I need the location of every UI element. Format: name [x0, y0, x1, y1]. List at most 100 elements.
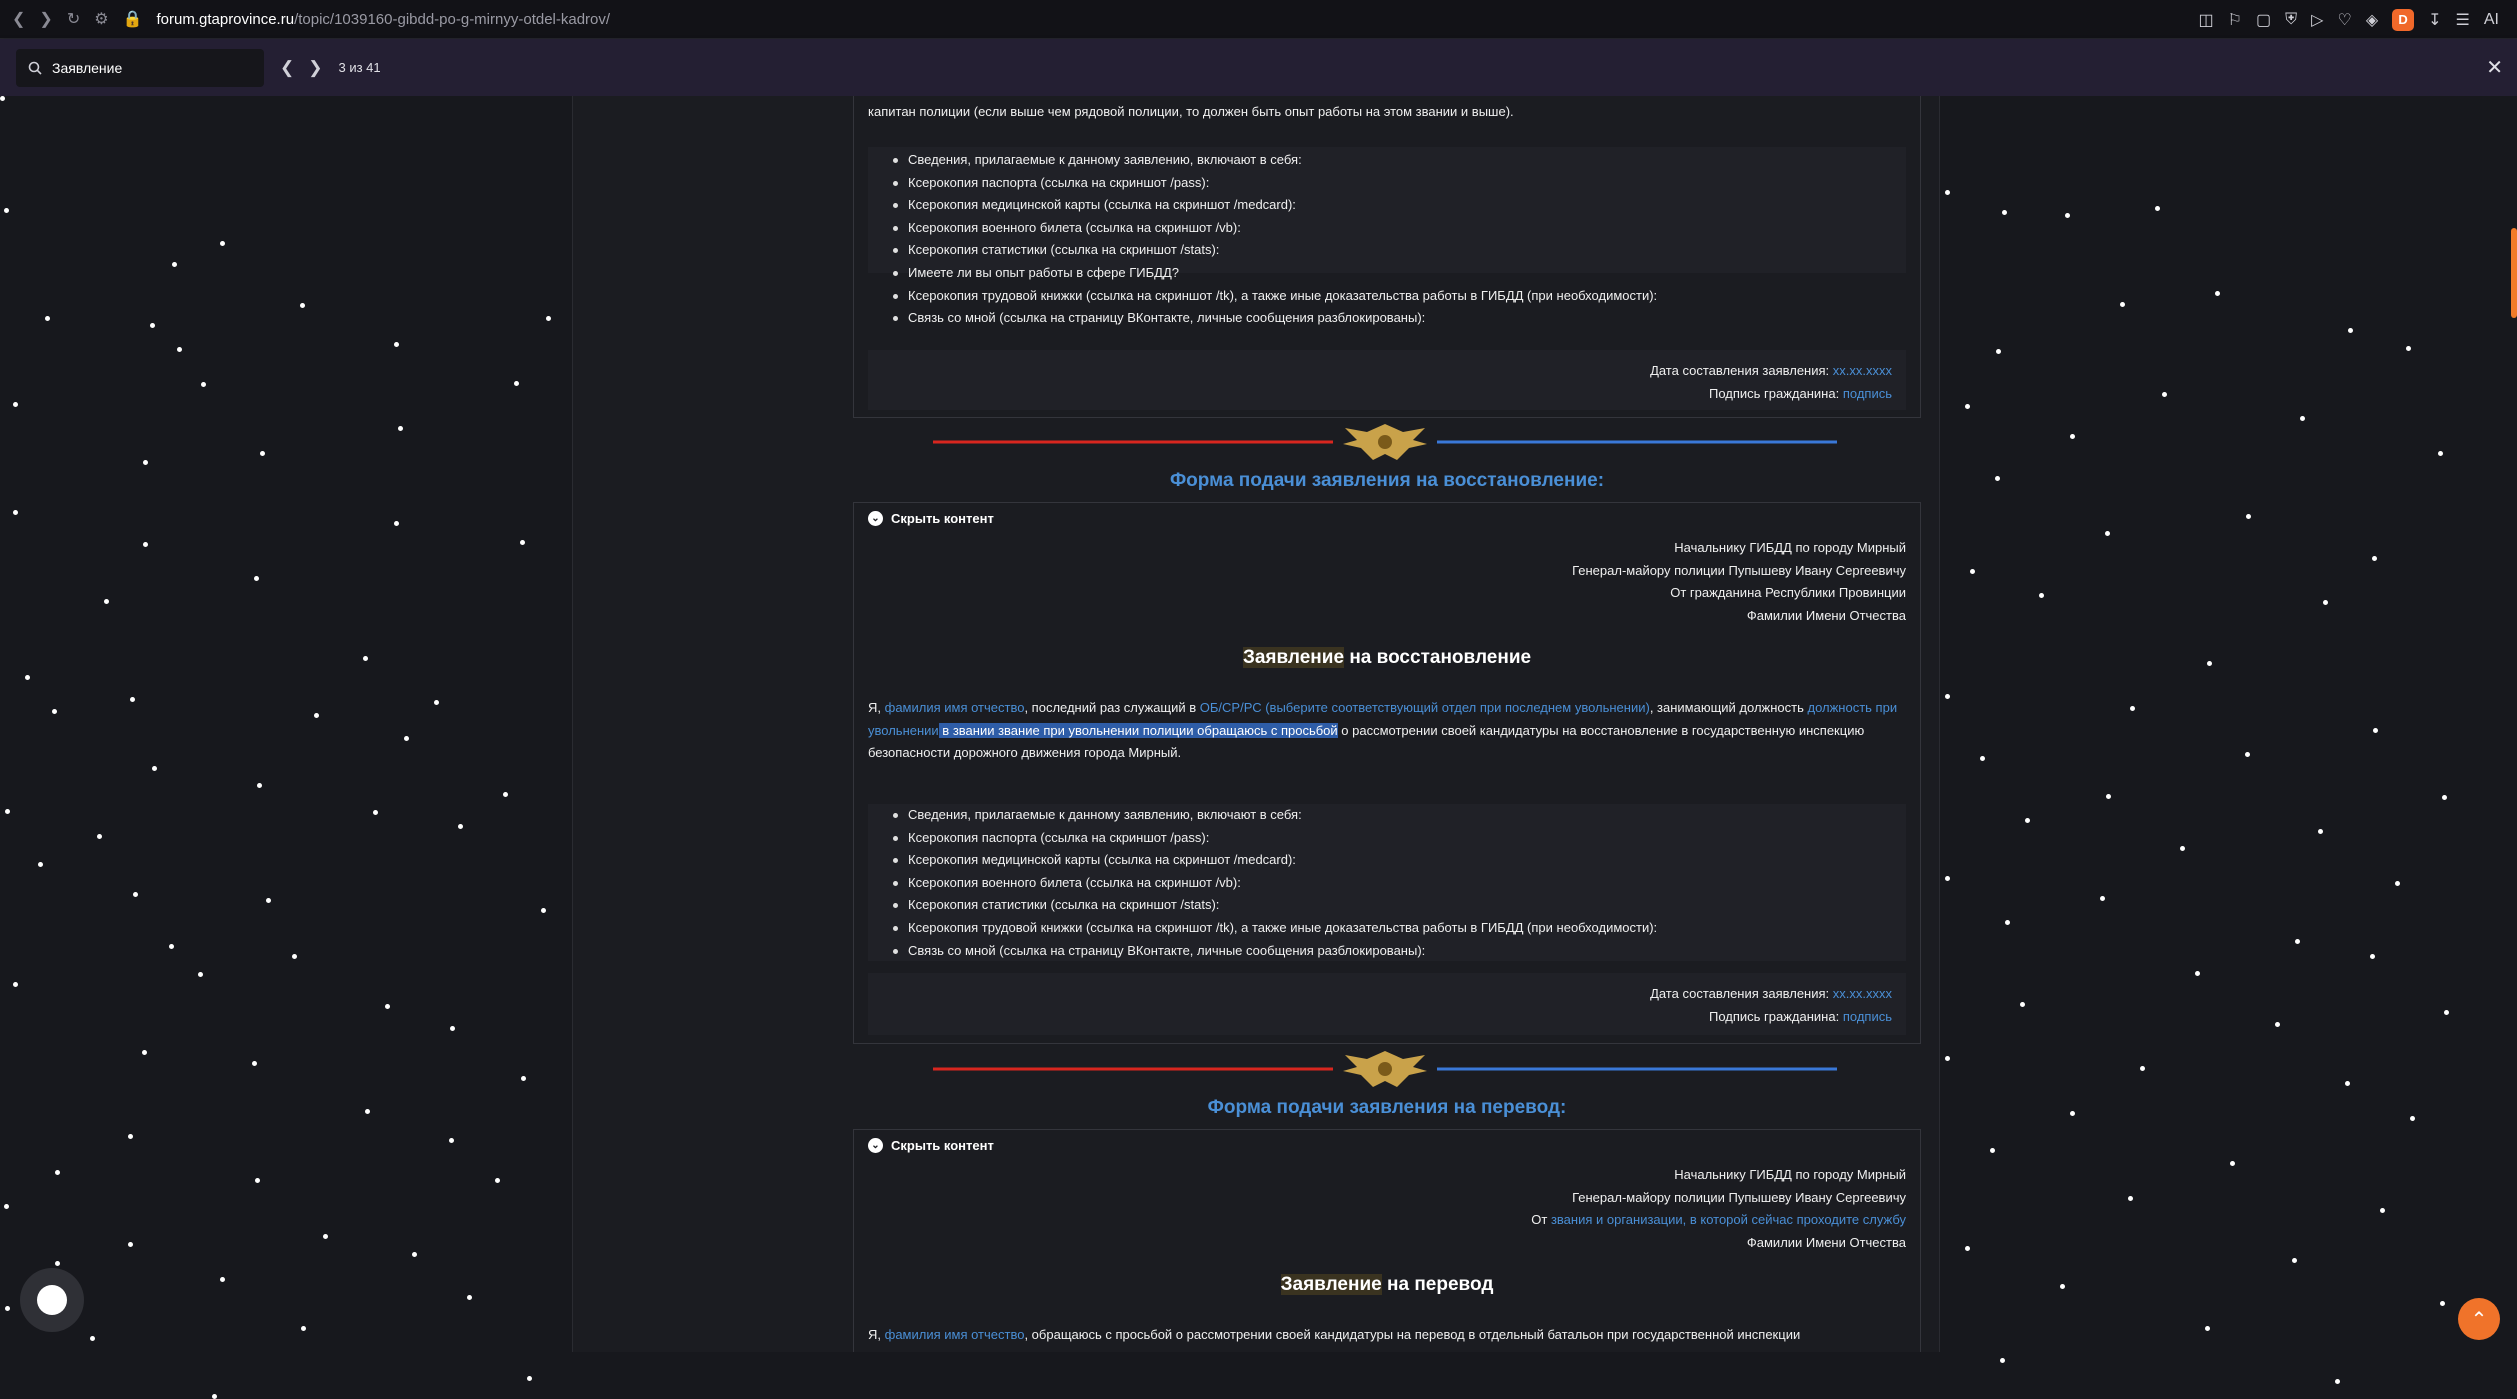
url-path: /topic/1039160-gibdd-po-g-mirnyy-otdel-k… — [294, 10, 611, 28]
find-input[interactable] — [52, 59, 242, 76]
list-item: Сведения, прилагаемые к данному заявлени… — [893, 804, 1906, 827]
date-value[interactable]: xx.xx.xxxx — [1833, 363, 1892, 378]
sign-value[interactable]: подпись — [1843, 1009, 1892, 1024]
extensions-icon[interactable]: ◈ — [2366, 10, 2378, 30]
site-settings-icon[interactable]: ⚙ — [94, 9, 108, 29]
dept-link[interactable]: ОБ/СР/РС (выберите соответствующий отдел… — [1200, 700, 1650, 715]
addressee-block: Начальнику ГИБДД по городу Мирный Генера… — [1572, 537, 1906, 627]
list-item: Ксерокопия статистики (ссылка на скриншо… — [893, 239, 1906, 262]
date-value[interactable]: xx.xx.xxxx — [1833, 986, 1892, 1001]
requirements-block: Сведения, прилагаемые к данному заявлени… — [868, 804, 1906, 961]
page-scrollbar[interactable] — [2511, 228, 2517, 318]
address-bar[interactable]: forum.gtaprovince.ru/topic/1039160-gibdd… — [156, 11, 610, 28]
list-item: Ксерокопия паспорта (ссылка на скриншот … — [893, 827, 1906, 850]
forward-icon[interactable]: ❯ — [39, 9, 52, 29]
addressee-line: Генерал-майору полиции Пупышеву Ивану Се… — [1572, 1189, 1906, 1205]
list-item: Ксерокопия медицинской карты (ссылка на … — [893, 849, 1906, 872]
rank-org-link[interactable]: звания и организации, в которой сейчас п… — [1551, 1212, 1906, 1227]
shield-icon[interactable]: ⛨ — [2285, 11, 2297, 29]
toggle-content-button[interactable]: ⌄ Скрыть контент — [868, 511, 994, 526]
url-host: forum.gtaprovince.ru — [156, 10, 295, 28]
menu-icon[interactable]: ☰ — [2456, 10, 2470, 30]
requirements-block: Сведения, прилагаемые к данному заявлени… — [868, 147, 1906, 325]
list-item: Ксерокопия медицинской карты (ссылка на … — [893, 194, 1906, 217]
signature-block: Дата составления заявления: xx.xx.xxxx П… — [868, 350, 1906, 410]
reload-icon[interactable]: ↻ — [67, 9, 80, 29]
top-fragment-link[interactable]: капитан полиции (если выше чем рядовой п… — [868, 101, 1514, 124]
toolbar-actions: ◫ ⚐ ▢ ⛨ ▷ ♡ ◈ D ↧ ☰ AI — [2199, 0, 2499, 39]
toggle-label: Скрыть контент — [891, 511, 994, 526]
addressee-block: Начальнику ГИБДД по городу Мирный Генера… — [1531, 1164, 1906, 1254]
search-icon — [28, 61, 42, 75]
date-label: Дата составления заявления: — [1650, 986, 1830, 1001]
statement-paragraph: Я, фамилия имя отчество, последний раз с… — [868, 700, 1898, 760]
text-selection: в звании звание при увольнении полиции о… — [938, 722, 1338, 738]
back-icon[interactable]: ❮ — [12, 9, 25, 29]
statement-paragraph: Я, фамилия имя отчество, обращаюсь с про… — [868, 1327, 1801, 1342]
chat-icon — [37, 1285, 67, 1315]
find-next-icon[interactable]: ❯ — [308, 58, 322, 78]
addressee-line: Начальнику ГИБДД по городу Мирный — [1674, 540, 1906, 555]
profile-avatar[interactable]: D — [2392, 8, 2415, 31]
chevron-down-icon: ⌄ — [868, 1138, 883, 1153]
eagle-emblem-icon — [1343, 424, 1427, 460]
reader-mode-icon[interactable]: ◫ — [2199, 10, 2214, 30]
find-input-wrap — [16, 48, 264, 87]
form-card-previous: капитан полиции (если выше чем рядовой п… — [853, 96, 1921, 418]
list-item: Ксерокопия военного билета (ссылка на ск… — [893, 217, 1906, 240]
emblem-divider — [933, 424, 1837, 460]
chevron-up-icon: ⌃ — [2470, 1308, 2488, 1331]
download-icon[interactable]: ↧ — [2428, 10, 2441, 30]
addressee-name-link[interactable]: Фамилии Имени Отчества — [1531, 1232, 1906, 1255]
name-link[interactable]: фамилия имя отчество — [885, 700, 1025, 715]
browser-toolbar: ❮ ❯ ↻ ⚙ 🔒 forum.gtaprovince.ru/topic/103… — [0, 0, 2517, 39]
list-item: Ксерокопия военного билета (ссылка на ск… — [893, 872, 1906, 895]
sign-label: Подпись гражданина: — [1708, 1008, 1840, 1024]
ai-button[interactable]: AI — [2484, 11, 2499, 29]
bookmark-icon[interactable]: ⚐ — [2228, 10, 2242, 30]
list-item: Связь со мной (ссылка на страницу ВКонта… — [893, 940, 1906, 963]
list-item: Ксерокопия паспорта (ссылка на скриншот … — [893, 172, 1906, 195]
scroll-top-button[interactable]: ⌃ — [2458, 1298, 2500, 1340]
statement-heading: Заявление на перевод — [854, 1274, 1920, 1296]
date-label: Дата составления заявления: — [1650, 363, 1830, 378]
addressee-line: Генерал-майору полиции Пупышеву Ивану Се… — [1572, 562, 1906, 578]
addressee-line: Начальнику ГИБДД по городу Мирный — [1674, 1167, 1906, 1182]
list-item: Ксерокопия трудовой книжки (ссылка на ск… — [893, 917, 1906, 940]
close-find-icon[interactable]: ✕ — [2486, 55, 2503, 80]
screenshot-icon[interactable]: ▢ — [2256, 10, 2271, 30]
list-item: Сведения, прилагаемые к данному заявлени… — [893, 149, 1906, 172]
emblem-divider — [933, 1051, 1837, 1087]
list-item: Связь со мной (ссылка на страницу ВКонта… — [893, 307, 1906, 330]
statement-heading: Заявление на восстановление — [854, 647, 1920, 669]
heading-rest: на перевод — [1381, 1274, 1494, 1295]
addressee-line: От звания и организации, в которой сейча… — [1531, 1212, 1906, 1227]
form-card-restore: ⌄ Скрыть контент Начальнику ГИБДД по гор… — [853, 502, 1921, 1044]
sign-value[interactable]: подпись — [1843, 386, 1892, 401]
signature-block: Дата составления заявления: xx.xx.xxxx П… — [868, 973, 1906, 1035]
toggle-content-button[interactable]: ⌄ Скрыть контент — [868, 1138, 994, 1153]
list-item: Ксерокопия статистики (ссылка на скриншо… — [893, 894, 1906, 917]
eagle-emblem-icon — [1343, 1051, 1427, 1087]
name-link[interactable]: фамилия имя отчество — [885, 1327, 1025, 1342]
page-content: капитан полиции (если выше чем рядовой п… — [572, 96, 1940, 1352]
find-prev-icon[interactable]: ❮ — [280, 58, 294, 78]
toggle-label: Скрыть контент — [891, 1138, 994, 1153]
chat-button[interactable] — [20, 1268, 84, 1332]
search-highlight: Заявление — [1242, 647, 1345, 668]
addressee-name-link[interactable]: Фамилии Имени Отчества — [1572, 605, 1906, 628]
heading-rest: на восстановление — [1344, 647, 1532, 668]
starfield-right — [1940, 96, 2517, 1384]
starfield-left — [0, 96, 572, 1399]
find-bar: ❮ ❯ 3 из 41 ✕ — [0, 39, 2517, 96]
sign-label: Подпись гражданина: — [1708, 385, 1840, 401]
lock-icon: 🔒 — [122, 11, 143, 28]
play-icon[interactable]: ▷ — [2311, 10, 2323, 30]
heart-icon[interactable]: ♡ — [2337, 10, 2351, 30]
search-highlight: Заявление — [1280, 1274, 1382, 1295]
addressee-line: От гражданина Республики Провинции — [1670, 585, 1906, 600]
list-item: Имеете ли вы опыт работы в сфере ГИБДД? — [893, 262, 1906, 285]
statement-body: Я, фамилия имя отчество, последний раз с… — [868, 691, 1906, 801]
nav-controls: ❮ ❯ ↻ ⚙ 🔒 — [0, 9, 142, 29]
requirements-list: Сведения, прилагаемые к данному заявлени… — [868, 147, 1906, 330]
